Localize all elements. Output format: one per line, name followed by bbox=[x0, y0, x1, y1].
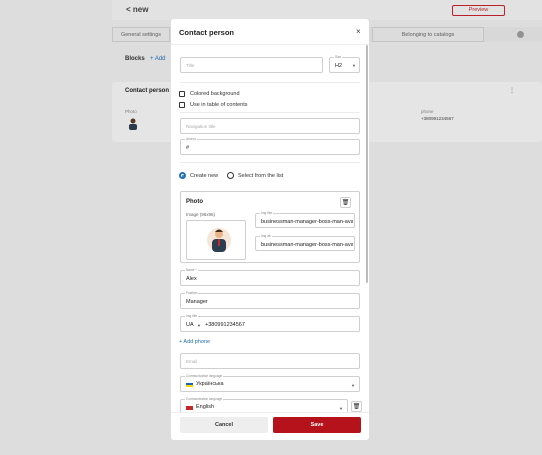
position-label: Position bbox=[185, 291, 199, 295]
communication-language-select[interactable]: Communication language Українська ▼ bbox=[180, 374, 360, 392]
flag-ua-icon bbox=[186, 383, 193, 387]
chevron-down-icon: ▼ bbox=[352, 63, 356, 68]
divider bbox=[180, 162, 360, 163]
name-label: Name * bbox=[185, 268, 198, 272]
img-title-value: businessman-manager-boss-man-avatar bbox=[261, 219, 353, 225]
flag-uk-icon bbox=[186, 406, 193, 410]
radio-icon[interactable] bbox=[179, 172, 186, 179]
divider bbox=[180, 82, 360, 83]
save-button[interactable]: Save bbox=[273, 417, 361, 433]
img-title-label: Img title bbox=[260, 211, 274, 215]
modal-title: Contact person bbox=[179, 28, 235, 37]
checkbox-icon[interactable] bbox=[179, 91, 185, 97]
use-toc-label: Use in table of contents bbox=[190, 102, 248, 108]
comm-lang-value-2: English bbox=[196, 404, 215, 410]
avatar bbox=[207, 228, 231, 252]
chevron-down-icon: ▼ bbox=[339, 406, 343, 411]
image-upload[interactable] bbox=[186, 220, 246, 260]
email-placeholder: Email bbox=[186, 359, 198, 364]
photo-section: Photo 🗑 Image (96x96) Img title business… bbox=[180, 191, 360, 263]
colored-bg-label: Colored background bbox=[190, 91, 240, 97]
close-icon[interactable]: × bbox=[356, 27, 361, 36]
email-input[interactable]: Email bbox=[180, 353, 360, 369]
name-input[interactable]: Name * Alex bbox=[180, 268, 360, 286]
img-alt-value: businessman-manager-boss-man-avatar bbox=[261, 242, 353, 248]
trash-icon[interactable]: 🗑 bbox=[340, 197, 351, 208]
divider bbox=[180, 112, 360, 113]
comm-lang-label-2: Communication language bbox=[185, 397, 224, 401]
phone-input[interactable]: Img title UA ▼ +380991234567 bbox=[180, 314, 360, 332]
nav-title-placeholder: Navigation title bbox=[186, 124, 216, 129]
checkbox-icon[interactable] bbox=[179, 102, 185, 108]
phone-field-label: Img title bbox=[185, 314, 199, 318]
radio-icon[interactable] bbox=[227, 172, 234, 179]
navigation-title-input[interactable]: Navigation title bbox=[180, 118, 360, 134]
modal-footer: Cancel Save bbox=[171, 412, 369, 440]
contact-person-modal: Contact person × Title Size H2 ▼ Colored… bbox=[171, 19, 369, 440]
add-phone-button[interactable]: + Add phone bbox=[179, 339, 210, 345]
cancel-button[interactable]: Cancel bbox=[180, 417, 268, 433]
position-input[interactable]: Position Manager bbox=[180, 291, 360, 309]
img-alt-label: Img alt bbox=[260, 234, 272, 238]
image-size-label: Image (96x96) bbox=[186, 212, 216, 217]
chevron-down-icon[interactable]: ▼ bbox=[197, 323, 201, 328]
size-value: H2 bbox=[335, 63, 343, 69]
title-placeholder: Title bbox=[186, 63, 195, 68]
chevron-down-icon: ▼ bbox=[351, 383, 355, 388]
title-field[interactable]: Title bbox=[180, 57, 323, 73]
create-new-label: Create new bbox=[190, 173, 219, 179]
anchor-input[interactable]: Anchor # bbox=[180, 137, 360, 155]
anchor-value: # bbox=[186, 145, 190, 151]
scrollbar[interactable] bbox=[366, 45, 368, 283]
name-value: Alex bbox=[186, 276, 197, 282]
country-code: UA bbox=[186, 322, 194, 328]
trash-icon[interactable]: 🗑 bbox=[351, 401, 362, 412]
photo-title: Photo bbox=[186, 199, 203, 205]
position-value: Manager bbox=[186, 299, 208, 305]
modal-header: Contact person × bbox=[171, 19, 369, 45]
size-label: Size bbox=[334, 55, 343, 59]
phone-value: +380991234567 bbox=[205, 322, 245, 328]
anchor-label: Anchor bbox=[185, 137, 198, 141]
comm-lang-label: Communication language bbox=[185, 374, 224, 378]
comm-lang-value: Українська bbox=[196, 381, 224, 387]
img-alt-input[interactable]: Img alt businessman-manager-boss-man-ava… bbox=[255, 234, 355, 251]
select-list-label: Select from the list bbox=[238, 173, 284, 179]
size-select[interactable]: Size H2 ▼ bbox=[329, 55, 360, 73]
img-title-input[interactable]: Img title businessman-manager-boss-man-a… bbox=[255, 211, 355, 228]
